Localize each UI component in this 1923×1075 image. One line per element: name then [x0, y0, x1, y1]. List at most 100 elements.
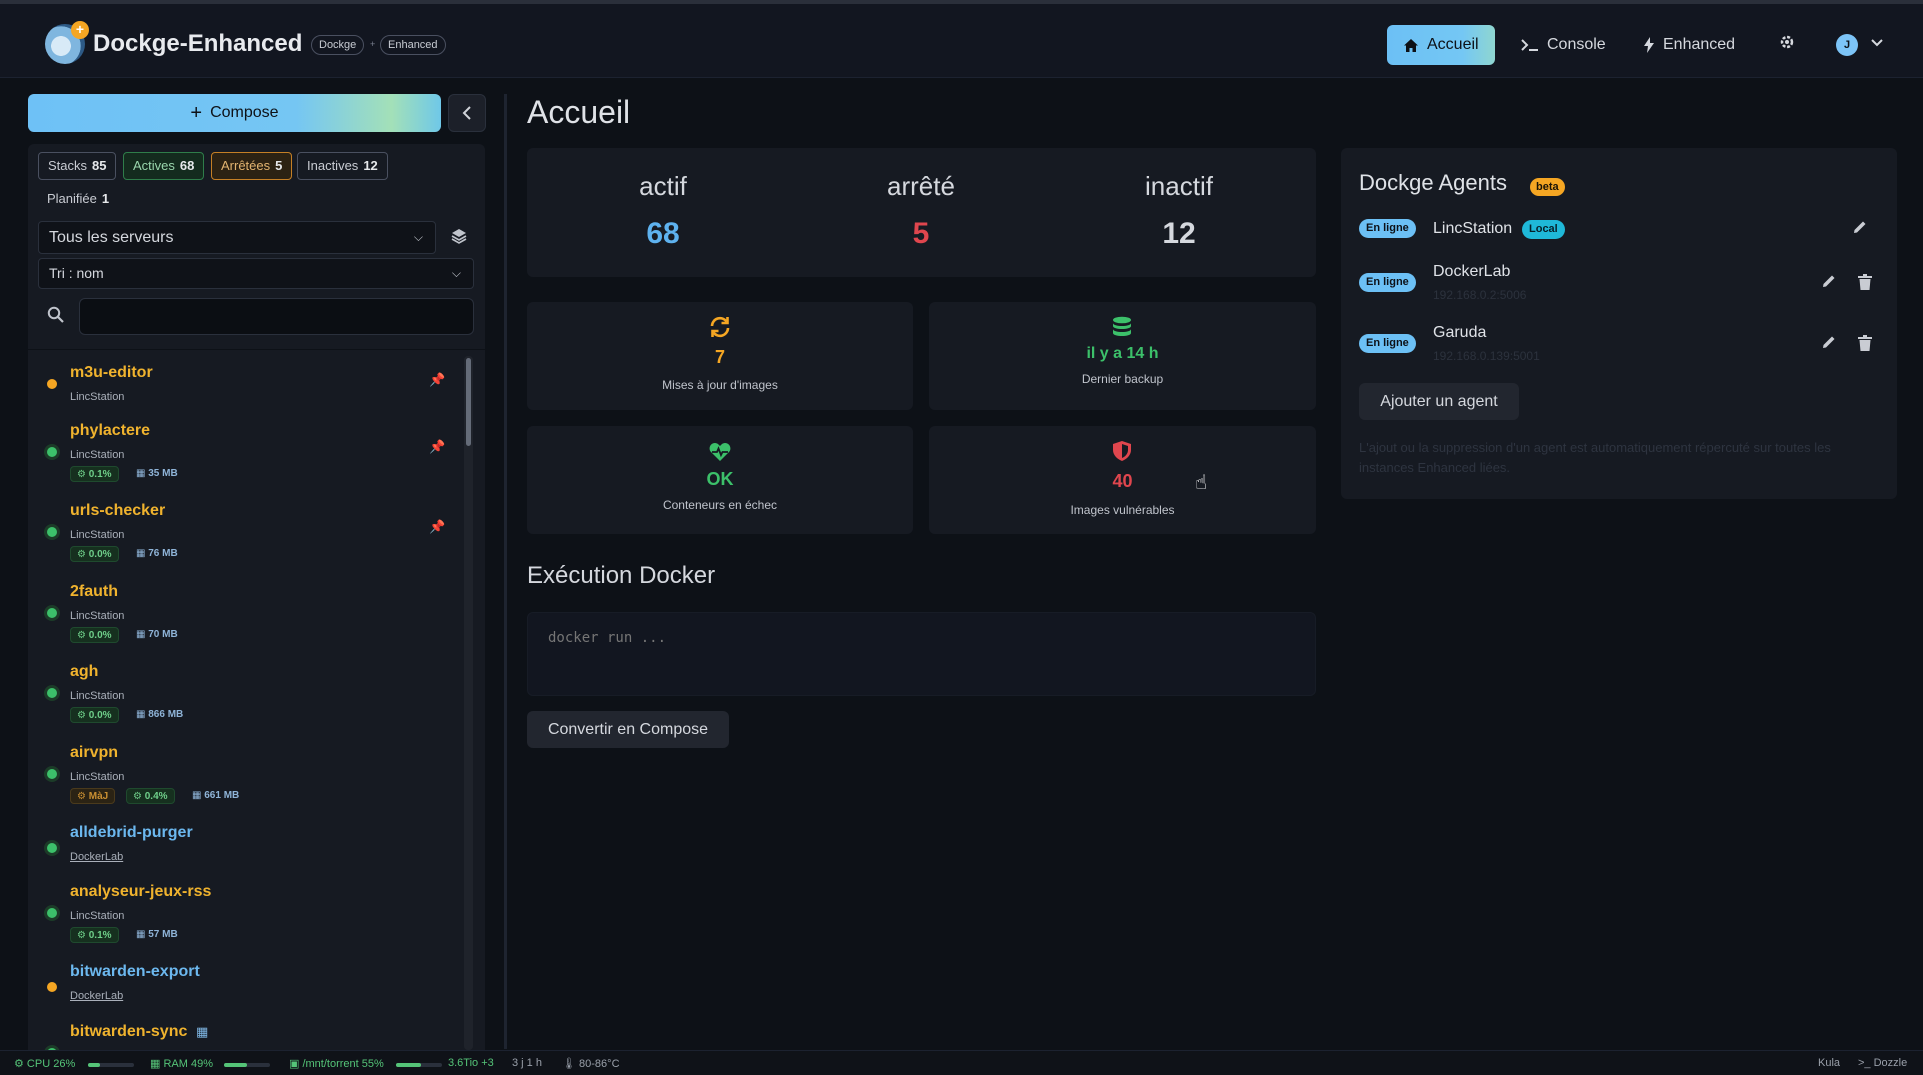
stack-name: urls-checker — [70, 502, 166, 519]
status-summary-panel: actif 68 arrêté 5 inactif 12 — [527, 148, 1316, 277]
stack-name: agh — [70, 663, 99, 680]
chevron-left-icon — [462, 106, 471, 120]
collapse-sidebar-button[interactable] — [448, 94, 486, 132]
status-footer: ⚙ CPU 26% ▦ RAM 49% ▣ /mnt/torrent 55% 3… — [0, 1050, 1923, 1075]
mem-pill: ▦ 57 MB — [136, 929, 178, 940]
updates-value: 7 — [714, 347, 725, 367]
sort-select-value: Tri : nom — [49, 265, 104, 281]
pencil-icon — [1823, 275, 1835, 287]
agent-name: LincStation — [1433, 220, 1513, 237]
stack-server: LincStation — [70, 449, 125, 461]
edit-agent-button[interactable] — [1853, 220, 1867, 238]
delete-agent-button[interactable] — [1858, 274, 1872, 294]
filter-inactives-chip[interactable]: Inactives 12 — [297, 152, 388, 180]
stack-server-link[interactable]: DockerLab — [70, 990, 123, 1002]
disk-bar-fill — [396, 1063, 422, 1067]
delete-agent-button[interactable] — [1858, 335, 1872, 355]
cpu-pill: ⚙ 0.4% — [126, 788, 175, 804]
nav-console-button[interactable]: Console — [1505, 25, 1622, 65]
settings-button[interactable] — [1778, 33, 1796, 55]
add-agent-button[interactable]: Ajouter un agent — [1359, 383, 1519, 420]
cpu-value: 0.0% — [88, 630, 112, 641]
server-select-value: Tous les serveurs — [49, 229, 174, 246]
stack-search-input[interactable] — [79, 298, 474, 335]
stack-name: analyseur-jeux-rss — [70, 883, 212, 900]
uptime: 3 j 1 h — [512, 1057, 542, 1069]
scrollbar-thumb[interactable] — [466, 358, 471, 446]
agent-name: Garuda — [1433, 324, 1487, 341]
failing-containers-card[interactable]: OK Conteneurs en échec — [527, 426, 913, 534]
convert-compose-button[interactable]: Convertir en Compose — [527, 711, 729, 748]
image-updates-card[interactable]: 7 Mises à jour d'images — [527, 302, 913, 410]
nav-accueil-label: Accueil — [1427, 36, 1479, 53]
nav-enhanced-button[interactable]: Enhanced — [1627, 25, 1751, 65]
pin-icon[interactable]: 📌 — [429, 519, 445, 535]
stack-name: phylactere — [70, 422, 151, 439]
stack-list: m3u-editor LincStation 📌 phylactere Linc… — [28, 350, 485, 1050]
mem-pill: ▦ 866 MB — [136, 709, 184, 720]
mem-pill: ▦ 76 MB — [136, 548, 178, 559]
pin-icon[interactable]: 📌 — [429, 439, 445, 455]
mem-value: 35 MB — [148, 468, 178, 479]
mem-value: 866 MB — [148, 709, 184, 720]
filter-inactives-count: 12 — [363, 158, 378, 173]
beta-badge: beta — [1530, 178, 1565, 196]
stack-name: bitwarden-export — [70, 963, 200, 980]
filter-stacks-count: 85 — [92, 158, 107, 173]
brand-title[interactable]: Dockge-Enhanced — [93, 30, 302, 58]
vulnerable-images-card[interactable]: 40 Images vulnérables — [929, 426, 1316, 534]
user-menu-chevron[interactable] — [1870, 35, 1884, 52]
cpu-value: 0.4% — [144, 791, 168, 802]
backup-label: Dernier backup — [1081, 372, 1164, 386]
mem-value: 57 MB — [148, 929, 178, 940]
stack-server-link[interactable]: DockerLab — [70, 851, 123, 863]
stack-name: airvpn — [70, 744, 119, 761]
pin-icon[interactable]: 📌 — [429, 372, 445, 388]
sort-select[interactable]: Tri : nom ⌵ — [38, 258, 474, 289]
chevron-down-icon: ⌵ — [413, 230, 423, 244]
dockge-badge: Dockge — [311, 35, 365, 55]
filter-actives-chip[interactable]: Actives 68 — [123, 152, 205, 180]
stack-server: LincStation — [70, 910, 125, 922]
filter-stacks-chip[interactable]: Stacks 85 — [38, 152, 117, 180]
filter-stacks-label: Stacks — [48, 158, 88, 173]
nav-accueil-button[interactable]: Accueil — [1387, 25, 1495, 65]
docker-run-input[interactable] — [527, 612, 1316, 696]
disk-bar — [396, 1063, 442, 1067]
stack-name: bitwarden-sync — [70, 1023, 188, 1040]
cpu-pill: ⚙ 0.1% — [70, 466, 119, 482]
mem-pill: ▦ 35 MB — [136, 468, 178, 479]
group-toggle-button[interactable] — [445, 221, 473, 251]
compose-button[interactable]: + Compose — [28, 94, 441, 132]
cpu-pill: ⚙ 0.0% — [70, 546, 119, 562]
hand-cursor-icon: ☝ — [1195, 472, 1208, 494]
dockge-logo[interactable]: + — [45, 21, 89, 64]
update-pill: ⚙ MàJ — [70, 788, 116, 804]
filter-arretees-label: Arrêtées — [221, 158, 271, 173]
stack-server: LincStation — [70, 529, 125, 541]
filter-planifiee-count: 1 — [101, 191, 110, 206]
last-backup-card[interactable]: il y a 14 h Dernier backup — [929, 302, 1316, 410]
kula-link[interactable]: Kula — [1818, 1057, 1840, 1069]
dozzle-link[interactable]: >_ Dozzle — [1858, 1057, 1907, 1069]
agent-local-badge: Local — [1522, 220, 1565, 239]
user-avatar[interactable]: J — [1836, 34, 1858, 56]
sidebar-resize-handle[interactable] — [504, 94, 507, 1049]
edit-agent-button[interactable] — [1822, 335, 1836, 353]
stack-list-scrollbar[interactable] — [464, 356, 473, 1050]
cpu-value: 0.1% — [88, 469, 112, 480]
vulns-label: Images vulnérables — [1070, 503, 1175, 517]
edit-agent-button[interactable] — [1822, 274, 1836, 292]
disk-stat: ▣ /mnt/torrent 55% — [289, 1058, 384, 1070]
temp-stat: 🌡 80-86°C — [562, 1058, 620, 1070]
filter-actives-label: Actives — [133, 158, 175, 173]
agent-online-badge: En ligne — [1359, 334, 1416, 353]
filter-planifiee-chip[interactable]: Planifiée 1 — [38, 186, 118, 214]
server-select[interactable]: Tous les serveurs ⌵ — [38, 221, 436, 254]
sync-icon — [700, 315, 740, 344]
cpu-bar — [88, 1063, 134, 1067]
filter-arretees-chip[interactable]: Arrêtées 5 — [211, 152, 293, 180]
trash-icon — [1858, 274, 1872, 290]
failing-value: OK — [706, 469, 734, 489]
agent-address: 192.168.0.2:5006 — [1433, 288, 1527, 302]
